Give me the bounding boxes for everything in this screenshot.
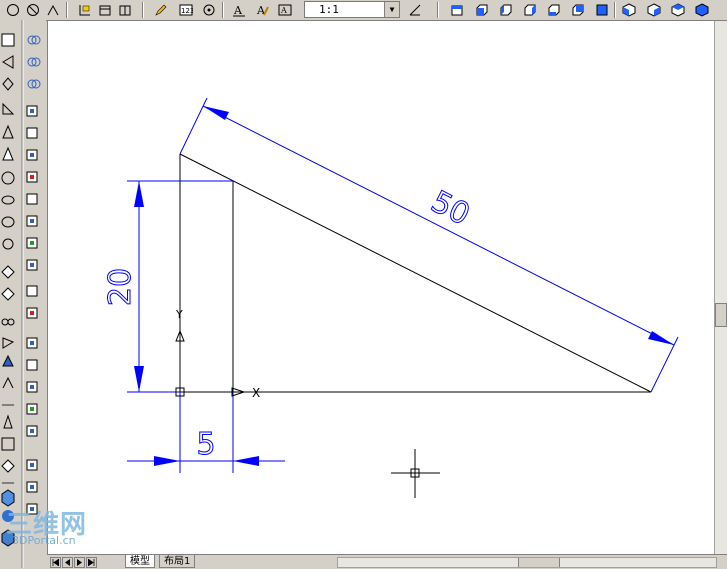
text-edit-icon[interactable]: A xyxy=(254,1,272,18)
arc-icon[interactable] xyxy=(44,1,62,18)
last-tab-icon[interactable] xyxy=(86,557,97,568)
tab-layout1-label: 布局1 xyxy=(164,556,191,567)
view-top-icon[interactable] xyxy=(448,1,466,18)
view-right-icon[interactable] xyxy=(521,1,539,18)
next-tab-icon[interactable] xyxy=(74,557,85,568)
ucs-x-label: X xyxy=(252,386,260,400)
scale-value: 1:1 xyxy=(319,3,339,16)
dimension-hypotenuse[interactable]: 50 xyxy=(179,97,679,393)
dim-offset-text: 5 xyxy=(196,427,215,462)
text-a-icon[interactable]: A xyxy=(230,1,248,18)
circle-slash-icon[interactable] xyxy=(24,1,42,18)
view-iso-se-icon[interactable] xyxy=(645,1,663,18)
text-style-icon[interactable]: A xyxy=(276,1,294,18)
drawing-canvas[interactable]: 50 20 5 Y X xyxy=(47,21,715,554)
prev-tab-icon[interactable] xyxy=(62,557,73,568)
view-iso-ne-icon[interactable] xyxy=(669,1,687,18)
tab-model-label: 模型 xyxy=(130,556,150,567)
view-left-icon[interactable] xyxy=(497,1,515,18)
table-icon[interactable] xyxy=(116,1,134,18)
hypotenuse-line[interactable] xyxy=(179,153,652,393)
vertical-scrollbar[interactable] xyxy=(714,21,727,554)
view-iso-sw-icon[interactable] xyxy=(620,1,638,18)
tab-model[interactable]: 模型 xyxy=(125,555,155,568)
svg-text:A: A xyxy=(233,4,243,17)
dimension-update-icon[interactable] xyxy=(406,1,424,18)
layout-tab-bar: 模型 布局1 xyxy=(47,554,727,569)
dimension-height[interactable]: 20 xyxy=(103,180,233,393)
circle-icon[interactable] xyxy=(4,1,22,18)
drawing-svg[interactable]: 50 20 5 Y X xyxy=(48,21,715,554)
view-back-icon[interactable] xyxy=(569,1,587,18)
triangle-geometry[interactable] xyxy=(127,153,652,393)
watermark-en: 3DPortal.cn xyxy=(12,534,76,547)
crosshair-cursor xyxy=(391,449,440,498)
watermark: 三维网 3DPortal.cn xyxy=(6,512,87,547)
dim-height-text: 20 xyxy=(103,268,138,306)
left-toolbar-icons[interactable] xyxy=(0,20,46,568)
dimension-offset[interactable]: 5 xyxy=(127,392,285,473)
ucs-y-label: Y xyxy=(175,308,183,321)
chevron-down-icon[interactable]: ▼ xyxy=(384,2,399,17)
vertical-scroll-thumb[interactable] xyxy=(715,303,727,327)
scale-dropdown[interactable]: 1:1 ▼ xyxy=(304,1,400,18)
svg-text:123: 123 xyxy=(181,7,193,15)
view-iso-nw-icon[interactable] xyxy=(693,1,711,18)
top-toolbar: 123 A A A 1:1 ▼ xyxy=(0,0,727,21)
svg-text:A: A xyxy=(280,6,287,15)
target-icon[interactable] xyxy=(200,1,218,18)
dimension-edit-icon[interactable] xyxy=(76,1,94,18)
ucs-axis-icon: Y X xyxy=(175,308,260,400)
tab-layout1[interactable]: 布局1 xyxy=(159,555,196,568)
horizontal-scrollbar[interactable] xyxy=(337,557,717,568)
view-front-icon[interactable] xyxy=(473,1,491,18)
view-bottom-icon[interactable] xyxy=(545,1,563,18)
horizontal-scroll-thumb[interactable] xyxy=(518,558,560,567)
ucs-icon[interactable]: 123 xyxy=(177,1,195,18)
first-tab-icon[interactable] xyxy=(50,557,61,568)
pencil-icon[interactable] xyxy=(152,1,170,18)
left-toolbar xyxy=(0,20,46,568)
dim-hypotenuse-text: 50 xyxy=(425,184,475,232)
frame-icon[interactable] xyxy=(96,1,114,18)
view-solid-icon[interactable] xyxy=(593,1,611,18)
